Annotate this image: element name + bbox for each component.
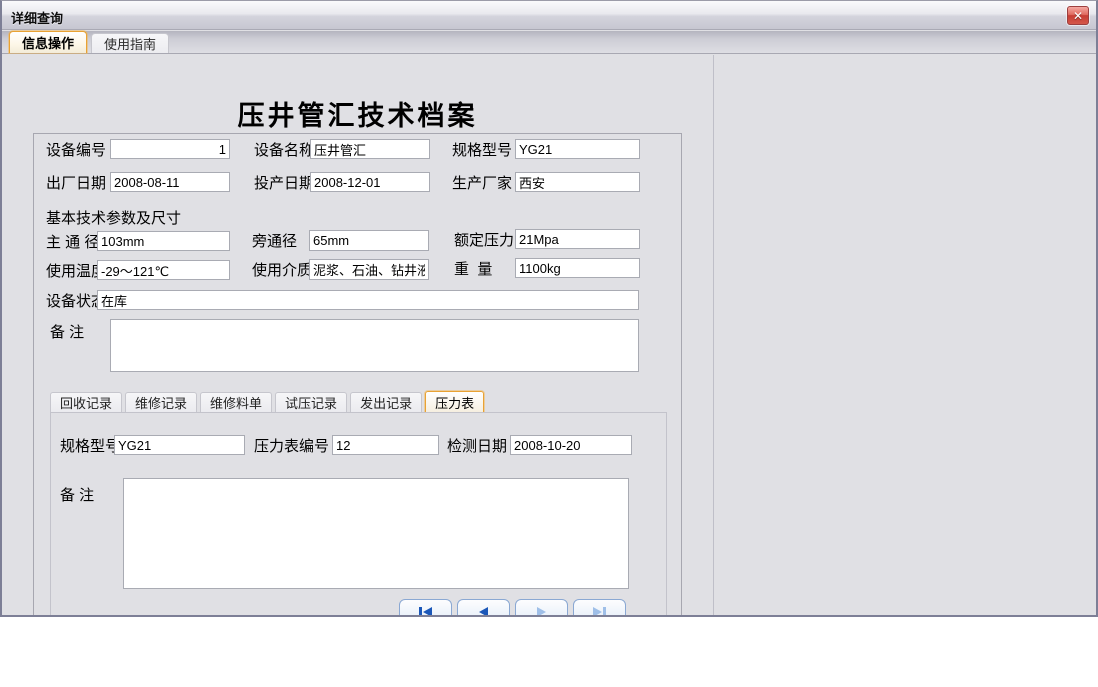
medium-input[interactable] [309,259,429,280]
main-tabstrip: 信息操作 使用指南 [2,31,1096,54]
next-record-button[interactable] [515,599,568,617]
side-diameter-input[interactable] [309,230,429,251]
gauge-no-label: 压力表编号 [254,438,329,456]
last-record-button[interactable] [573,599,626,617]
tab-pressure-gauge[interactable]: 压力表 [425,391,484,412]
medium-label: 使用介质 [252,262,312,280]
weight-label: 重 量 [454,261,492,279]
device-no-label: 设备编号 [46,142,106,160]
first-record-icon [419,607,422,617]
tab-user-guide[interactable]: 使用指南 [91,33,169,53]
window-title: 详细查询 [11,8,63,27]
device-name-input[interactable] [310,139,430,159]
tab-info-operations[interactable]: 信息操作 [9,31,87,53]
record-tabstrip: 回收记录 维修记录 维修料单 试压记录 发出记录 压力表 [50,391,484,412]
gauge-remark-textarea[interactable] [123,478,629,589]
gauge-no-input[interactable] [332,435,439,455]
tab-pressure-test-records[interactable]: 试压记录 [275,392,347,412]
temp-range-input[interactable] [97,260,230,280]
gauge-spec-model-label: 规格型号 [60,438,120,456]
factory-date-input[interactable] [110,172,230,192]
spec-model-input[interactable] [515,139,640,159]
gauge-spec-model-input[interactable] [114,435,245,455]
test-date-input[interactable] [510,435,632,455]
last-record-icon [593,607,602,617]
production-date-input[interactable] [310,172,430,192]
rated-pressure-input[interactable] [515,229,640,249]
detail-query-window: 详细查询 ✕ 信息操作 使用指南 压井管汇技术档案 设备编号 设备名称 规格型号… [0,0,1098,617]
manufacturer-label: 生产厂家 [452,175,512,193]
factory-date-label: 出厂日期 [46,175,106,193]
record-navigator [399,599,626,617]
manufacturer-input[interactable] [515,172,640,192]
test-date-label: 检测日期 [447,438,507,456]
device-no-input[interactable] [110,139,230,159]
previous-record-icon [479,607,488,617]
tab-repair-materials[interactable]: 维修料单 [200,392,272,412]
production-date-label: 投产日期 [254,175,314,193]
side-diameter-label: 旁通径 [252,233,297,251]
remark-textarea[interactable] [110,319,639,372]
title-bar: 详细查询 ✕ [2,1,1096,30]
rated-pressure-label: 额定压力 [454,232,514,250]
tab-recycle-records[interactable]: 回收记录 [50,392,122,412]
main-diameter-label: 主 通 径 [46,234,99,252]
remark-label: 备 注 [50,324,84,342]
tab-repair-records[interactable]: 维修记录 [125,392,197,412]
weight-input[interactable] [515,258,640,278]
form-title: 压井管汇技术档案 [33,94,682,133]
tab-issue-records[interactable]: 发出记录 [350,392,422,412]
close-button[interactable]: ✕ [1067,6,1089,25]
close-icon: ✕ [1073,10,1083,22]
previous-record-button[interactable] [457,599,510,617]
first-record-button[interactable] [399,599,452,617]
section-heading-parameters: 基本技术参数及尺寸 [46,207,181,228]
gauge-remark-label: 备 注 [60,487,94,505]
spec-model-label: 规格型号 [452,142,512,160]
status-input[interactable] [97,290,639,310]
next-record-icon [537,607,546,617]
main-diameter-input[interactable] [97,231,230,251]
device-name-label: 设备名称 [254,142,314,160]
